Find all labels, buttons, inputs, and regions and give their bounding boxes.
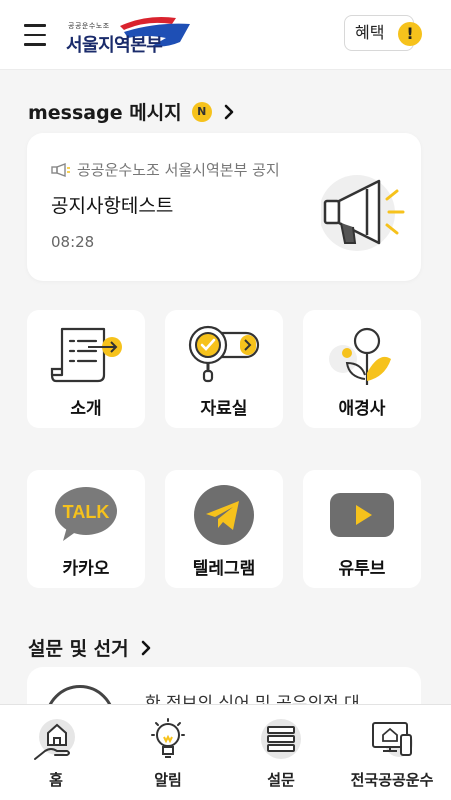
nav-label: 알림 [154, 771, 182, 789]
nav-label: 홈 [49, 771, 63, 789]
tile-label: 유투브 [338, 559, 386, 579]
tile-label: 소개 [70, 399, 102, 419]
chevron-right-icon [224, 104, 233, 119]
alert-badge[interactable]: ! [398, 22, 422, 46]
magnifier-check-icon [188, 325, 260, 383]
notice-title: 공지사항테스트 [51, 195, 174, 217]
survey-section-title[interactable]: 설문 및 선거 [28, 634, 151, 661]
chevron-right-icon [141, 640, 150, 655]
small-megaphone-icon [51, 162, 70, 177]
bottom-navigation: 홈 알림 설문 전국공공운수 [0, 704, 451, 800]
logo-title: 서울지역본부 [66, 35, 163, 56]
union-logo[interactable]: 공공운수노조 서울지역본부 [66, 12, 196, 58]
stack-icon [261, 719, 301, 759]
new-badge: N [191, 101, 212, 122]
nav-label: 설문 [267, 771, 295, 789]
message-section-title[interactable]: message 메시지 N [28, 98, 234, 125]
tile-label: 카카오 [62, 559, 110, 579]
lightbulb-icon [151, 718, 185, 758]
tile-kakao[interactable]: TALK 카카오 [27, 470, 145, 588]
kakao-talk-icon: TALK [55, 487, 117, 541]
home-hand-icon [34, 719, 75, 760]
tile-label: 자료실 [200, 399, 248, 419]
notice-source: 공공운수노조 서울시역본부 공지 [51, 159, 280, 180]
tile-youtube[interactable]: 유투브 [303, 470, 421, 588]
nav-home[interactable]: 홈 [0, 705, 112, 800]
nav-notifications[interactable]: 알림 [112, 705, 224, 800]
devices-icon [372, 722, 413, 757]
megaphone-icon [321, 175, 405, 251]
benefit-label: 혜택 [355, 23, 385, 42]
tile-telegram[interactable]: 텔레그램 [165, 470, 283, 588]
app-header: 공공운수노조 서울지역본부 혜택 ! [0, 0, 451, 70]
hamburger-menu-icon[interactable] [24, 24, 48, 46]
tile-events[interactable]: 애경사 [303, 310, 421, 428]
kakao-talk-text: TALK [63, 502, 110, 522]
nav-survey[interactable]: 설문 [225, 705, 337, 800]
logo-subtitle: 공공운수노조 [68, 22, 110, 30]
youtube-icon [330, 493, 394, 537]
tile-intro[interactable]: 소개 [27, 310, 145, 428]
telegram-icon [194, 485, 254, 545]
notice-card[interactable]: 공공운수노조 서울시역본부 공지 공지사항테스트 08:28 [27, 133, 421, 281]
message-title-text: message 메시지 [28, 102, 182, 124]
document-icon [50, 327, 122, 383]
nav-national-union[interactable]: 전국공공운수 [336, 705, 448, 800]
tile-archive[interactable]: 자료실 [165, 310, 283, 428]
nav-label: 전국공공운수 [350, 771, 434, 789]
flower-icon [329, 327, 391, 385]
survey-title-text: 설문 및 선거 [28, 638, 129, 660]
tile-label: 애경사 [338, 399, 386, 419]
tile-label: 텔레그램 [192, 559, 256, 579]
notice-source-text: 공공운수노조 서울시역본부 공지 [77, 161, 280, 179]
notice-time: 08:28 [51, 233, 95, 251]
